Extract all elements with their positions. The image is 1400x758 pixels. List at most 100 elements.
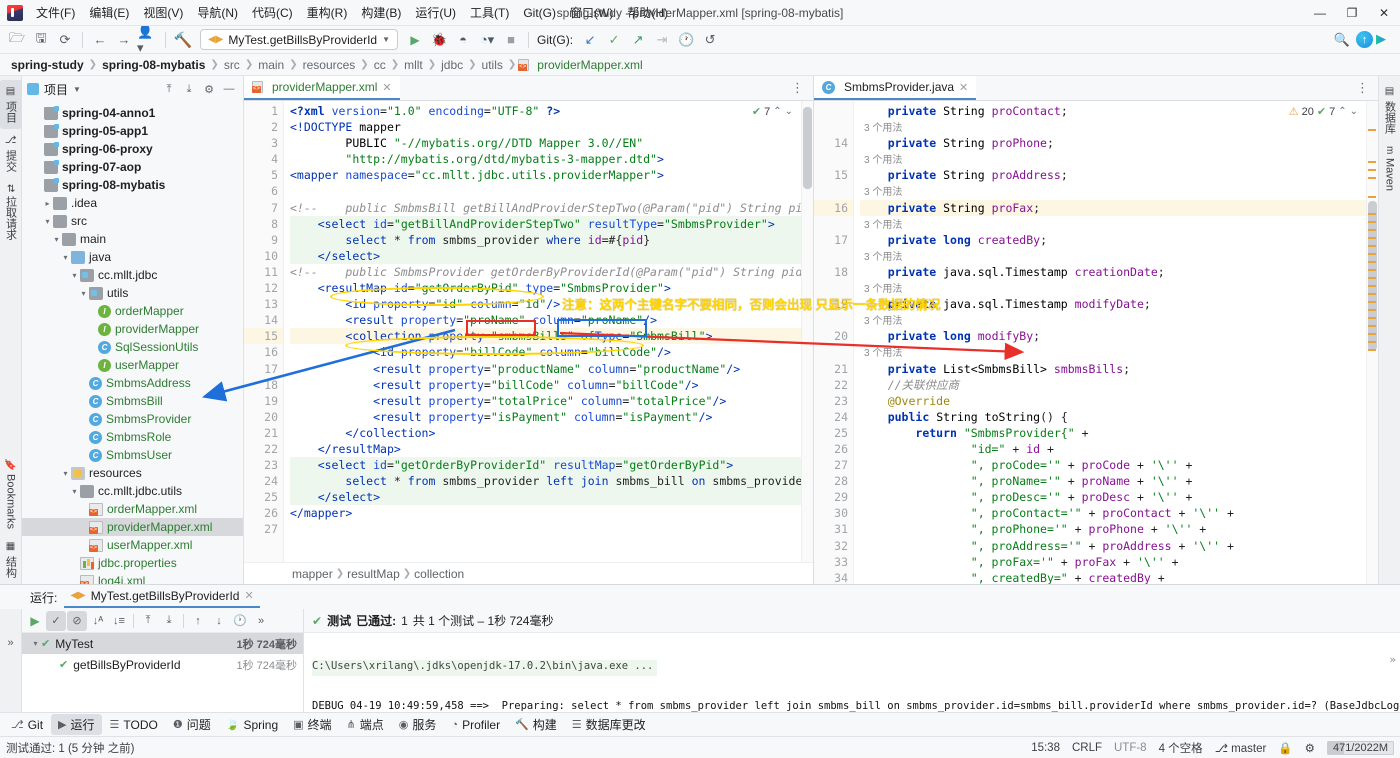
error-stripe-mark[interactable]: [1368, 161, 1376, 163]
code-line[interactable]: <!-- public SmbmsProvider getOrderByProv…: [290, 264, 813, 280]
tree-node-SmbmsRole[interactable]: C SmbmsRole: [22, 428, 243, 446]
breadcrumb-item-7[interactable]: jdbc: [438, 58, 466, 72]
error-stripe-mark[interactable]: [1368, 277, 1376, 279]
code-line[interactable]: ", createdBy=" + createdBy +: [860, 570, 1378, 584]
code-line[interactable]: private java.sql.Timestamp creationDate;: [860, 264, 1378, 280]
test-history-icon[interactable]: 🕐: [230, 611, 250, 631]
twisty-icon[interactable]: ▾: [51, 235, 62, 244]
code-line[interactable]: ", proDesc='" + proDesc + '\'' +: [860, 489, 1378, 505]
error-stripe-xml[interactable]: [801, 101, 813, 562]
code-line[interactable]: ", proPhone='" + proPhone + '\'' +: [860, 521, 1378, 537]
minimize-button[interactable]: —: [1304, 0, 1336, 25]
forward-arrow-icon[interactable]: →: [113, 29, 135, 51]
menu-refactor[interactable]: 重构(R): [300, 1, 355, 24]
console-output[interactable]: C:\Users\xrilang\.jdks\openjdk-17.0.2\bi…: [304, 633, 1400, 712]
tree-node-log4j-xml[interactable]: log4j.xml: [22, 572, 243, 584]
rollback-icon[interactable]: ↺: [699, 29, 721, 51]
test-tree-row[interactable]: ▾ ✔ MyTest 1秒 724毫秒: [22, 633, 303, 654]
tree-node-SmbmsProvider[interactable]: C SmbmsProvider: [22, 410, 243, 428]
status-indent[interactable]: 4 个空格: [1159, 740, 1203, 756]
show-passed-icon[interactable]: ✓: [46, 610, 66, 631]
profile-run-icon[interactable]: ◔▾: [476, 29, 498, 51]
breadcrumb-item-6[interactable]: mllt: [401, 58, 426, 72]
menu-tools[interactable]: 工具(T): [463, 1, 516, 24]
debug-icon[interactable]: 🐞: [428, 29, 450, 51]
code-line[interactable]: ", proContact='" + proContact + '\'' +: [860, 505, 1378, 521]
maximize-button[interactable]: ❐: [1336, 0, 1368, 25]
sort-alpha-icon[interactable]: ↓ᴬ: [88, 611, 108, 631]
code-line[interactable]: <?xml version="1.0" encoding="UTF-8" ?>: [290, 103, 813, 119]
menu-help[interactable]: 帮助(H): [620, 1, 675, 24]
more-options-icon[interactable]: ⋮: [1351, 80, 1374, 96]
breadcrumb-item-3[interactable]: main: [255, 58, 287, 72]
code-line[interactable]: <!-- public SmbmsBill getBillAndProvider…: [290, 200, 813, 216]
twisty-icon[interactable]: ▾: [69, 271, 80, 280]
console-expand-icon[interactable]: »: [1389, 653, 1396, 666]
code-line[interactable]: private String proPhone;: [860, 135, 1378, 151]
bottom-tab-TODO[interactable]: ☰ TODO: [103, 716, 165, 734]
project-tree[interactable]: spring-04-anno1 spring-05-app1 spring-06-p…: [22, 102, 243, 584]
next-failed-icon[interactable]: ↓: [209, 611, 229, 631]
editor-crumb-mapper[interactable]: mapper: [292, 567, 333, 581]
code-line[interactable]: [290, 521, 813, 537]
close-button[interactable]: ✕: [1368, 0, 1400, 25]
menu-edit[interactable]: 编辑(E): [82, 1, 136, 24]
tree-node-orderMapper[interactable]: IorderMapper: [22, 302, 243, 320]
error-stripe-mark[interactable]: [1368, 341, 1376, 343]
breadcrumb-item-1[interactable]: spring-08-mybatis: [99, 58, 208, 72]
close-icon[interactable]: ✕: [244, 589, 253, 602]
code-view-xml[interactable]: 1 2 3 4 5 6 7 8 9 10 11 12 13 14 15 16 17 18 19 20 21 22 23 24 2…: [244, 101, 813, 562]
tree-node-spring-05-app1[interactable]: spring-05-app1: [22, 122, 243, 140]
ide-run-icon[interactable]: [1376, 31, 1394, 49]
menu-file[interactable]: 文件(F): [29, 1, 82, 24]
code-line[interactable]: </select>: [290, 489, 813, 506]
breadcrumb-item-5[interactable]: cc: [371, 58, 389, 72]
expand-all-icon[interactable]: ⤒: [160, 80, 178, 98]
error-stripe-mark[interactable]: [1368, 169, 1376, 171]
code-line[interactable]: ", proAddress='" + proAddress + '\'' +: [860, 538, 1378, 554]
tree-node-SmbmsAddress[interactable]: C SmbmsAddress: [22, 374, 243, 392]
code-line[interactable]: <select id="getOrderByProviderId" result…: [290, 457, 813, 474]
inspection-widget-java[interactable]: ⚠ 20 ✔ 7 ⌃ ⌄: [1286, 104, 1360, 119]
tree-node-spring-06-proxy[interactable]: spring-06-proxy: [22, 140, 243, 158]
scrollbar-thumb-xml[interactable]: [803, 107, 812, 189]
search-icon[interactable]: 🔍: [1331, 29, 1353, 51]
code-line[interactable]: [290, 183, 813, 199]
expand-chevrons-icon[interactable]: »: [7, 637, 13, 649]
bottom-tab-终端[interactable]: ▣ 终端: [286, 714, 338, 735]
open-folder-icon[interactable]: 🗁: [6, 29, 28, 51]
error-stripe-mark[interactable]: [1368, 293, 1376, 295]
error-stripe-mark[interactable]: [1368, 301, 1376, 303]
code-line[interactable]: <resultMap id="getOrderByPid" type="Smbm…: [290, 280, 813, 296]
tree-node-providerMapper[interactable]: IproviderMapper: [22, 320, 243, 338]
error-stripe-mark[interactable]: [1368, 285, 1376, 287]
code-line[interactable]: </mapper>: [290, 505, 813, 521]
tree-node-main[interactable]: ▾ main: [22, 230, 243, 248]
tree-node-orderMapper-xml[interactable]: orderMapper.xml: [22, 500, 243, 518]
code-line[interactable]: private String proAddress;: [860, 167, 1378, 183]
error-stripe-mark[interactable]: [1368, 261, 1376, 263]
code-line[interactable]: <collection property="smbmsBills" ofType…: [290, 328, 813, 345]
code-line[interactable]: private long createdBy;: [860, 232, 1378, 248]
rail-item-database[interactable]: ▤ 数据库: [1379, 80, 1400, 140]
tree-node-spring-07-aop[interactable]: spring-07-aop: [22, 158, 243, 176]
error-stripe-mark[interactable]: [1368, 221, 1376, 223]
status-branch-group[interactable]: ⎇ master: [1215, 741, 1267, 755]
tab-providerMapper-xml[interactable]: providerMapper.xml ✕: [244, 76, 400, 100]
back-arrow-icon[interactable]: ←: [89, 29, 111, 51]
code-line[interactable]: "id=" + id +: [860, 441, 1378, 457]
bottom-tab-端点[interactable]: ⋔ 端点: [340, 714, 391, 735]
twisty-icon[interactable]: ▾: [60, 469, 71, 478]
tree-node-SmbmsBill[interactable]: C SmbmsBill: [22, 392, 243, 410]
code-line[interactable]: <result property="billCode" column="bill…: [290, 377, 813, 393]
code-line[interactable]: select * from smbms_provider left join s…: [290, 473, 813, 490]
run-tab-mytest[interactable]: ◀▶ MyTest.getBillsByProviderId ✕: [64, 587, 260, 608]
breadcrumb-item-8[interactable]: utils: [479, 58, 506, 72]
tree-node-providerMapper-xml[interactable]: providerMapper.xml: [22, 518, 243, 536]
code-line[interactable]: <result property="proName" column="proNa…: [290, 312, 813, 328]
next-problem-icon[interactable]: ⌄: [785, 106, 793, 117]
collapse-all-icon[interactable]: ⤓: [180, 80, 198, 98]
collapse-all-icon[interactable]: ⤓: [159, 611, 179, 631]
code-line[interactable]: <mapper namespace="cc.mllt.jdbc.utils.pr…: [290, 167, 813, 183]
bottom-tab-问题[interactable]: ❶ 问题: [166, 714, 218, 735]
